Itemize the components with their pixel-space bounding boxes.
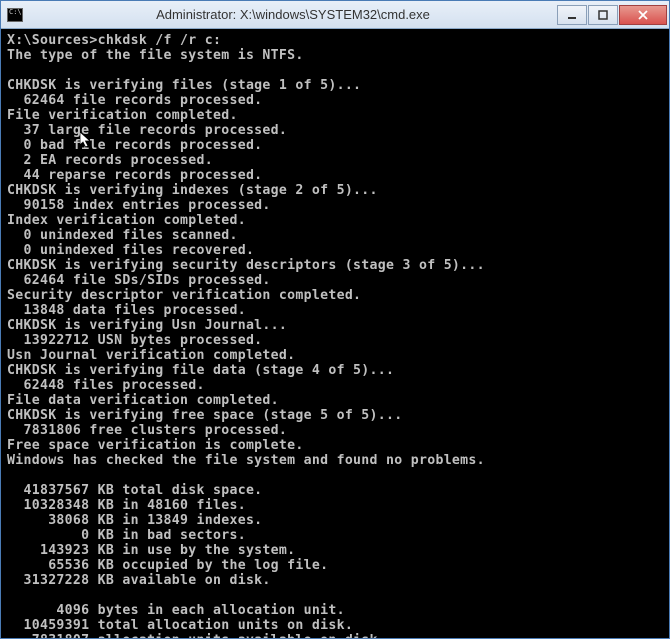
terminal-line: Windows has checked the file system and … — [7, 453, 663, 468]
terminal-line: CHKDSK is verifying Usn Journal... — [7, 318, 663, 333]
terminal-line: 2 EA records processed. — [7, 153, 663, 168]
terminal-line: Index verification completed. — [7, 213, 663, 228]
window-controls — [557, 5, 667, 25]
terminal-line: 10328348 KB in 48160 files. — [7, 498, 663, 513]
window-title: Administrator: X:\windows\SYSTEM32\cmd.e… — [29, 7, 557, 22]
terminal-line — [7, 468, 663, 483]
minimize-button[interactable] — [557, 5, 587, 25]
terminal-line: 13848 data files processed. — [7, 303, 663, 318]
terminal-line: Usn Journal verification completed. — [7, 348, 663, 363]
terminal-line: CHKDSK is verifying security descriptors… — [7, 258, 663, 273]
terminal-line: 62448 files processed. — [7, 378, 663, 393]
terminal-line: 10459391 total allocation units on disk. — [7, 618, 663, 633]
terminal-line — [7, 63, 663, 78]
terminal-line: 38068 KB in 13849 indexes. — [7, 513, 663, 528]
terminal-line: CHKDSK is verifying file data (stage 4 o… — [7, 363, 663, 378]
terminal-line: 0 KB in bad sectors. — [7, 528, 663, 543]
terminal-line: 0 unindexed files recovered. — [7, 243, 663, 258]
terminal-line: 44 reparse records processed. — [7, 168, 663, 183]
terminal-line: 7831807 allocation units available on di… — [7, 633, 663, 638]
terminal-line: 4096 bytes in each allocation unit. — [7, 603, 663, 618]
terminal-line: 31327228 KB available on disk. — [7, 573, 663, 588]
terminal-line: 90158 index entries processed. — [7, 198, 663, 213]
terminal-line: CHKDSK is verifying free space (stage 5 … — [7, 408, 663, 423]
terminal-line: Free space verification is complete. — [7, 438, 663, 453]
terminal-line: The type of the file system is NTFS. — [7, 48, 663, 63]
close-button[interactable] — [619, 5, 667, 25]
titlebar[interactable]: C:\ Administrator: X:\windows\SYSTEM32\c… — [1, 1, 669, 29]
terminal-line: 13922712 USN bytes processed. — [7, 333, 663, 348]
terminal-line: CHKDSK is verifying indexes (stage 2 of … — [7, 183, 663, 198]
terminal-line: CHKDSK is verifying files (stage 1 of 5)… — [7, 78, 663, 93]
terminal-line: 37 large file records processed. — [7, 123, 663, 138]
cmd-icon: C:\ — [7, 8, 23, 22]
terminal-line: 62464 file SDs/SIDs processed. — [7, 273, 663, 288]
terminal-line: Security descriptor verification complet… — [7, 288, 663, 303]
terminal-line: 62464 file records processed. — [7, 93, 663, 108]
terminal-line: X:\Sources>chkdsk /f /r c: — [7, 33, 663, 48]
terminal-line: 143923 KB in use by the system. — [7, 543, 663, 558]
terminal-line: 41837567 KB total disk space. — [7, 483, 663, 498]
terminal-line — [7, 588, 663, 603]
terminal-line: File verification completed. — [7, 108, 663, 123]
terminal-line: 0 bad file records processed. — [7, 138, 663, 153]
maximize-button[interactable] — [588, 5, 618, 25]
cmd-window: C:\ Administrator: X:\windows\SYSTEM32\c… — [0, 0, 670, 639]
terminal-line: 7831806 free clusters processed. — [7, 423, 663, 438]
terminal-line: File data verification completed. — [7, 393, 663, 408]
terminal-output[interactable]: X:\Sources>chkdsk /f /r c:The type of th… — [1, 29, 669, 638]
terminal-line: 0 unindexed files scanned. — [7, 228, 663, 243]
terminal-line: 65536 KB occupied by the log file. — [7, 558, 663, 573]
